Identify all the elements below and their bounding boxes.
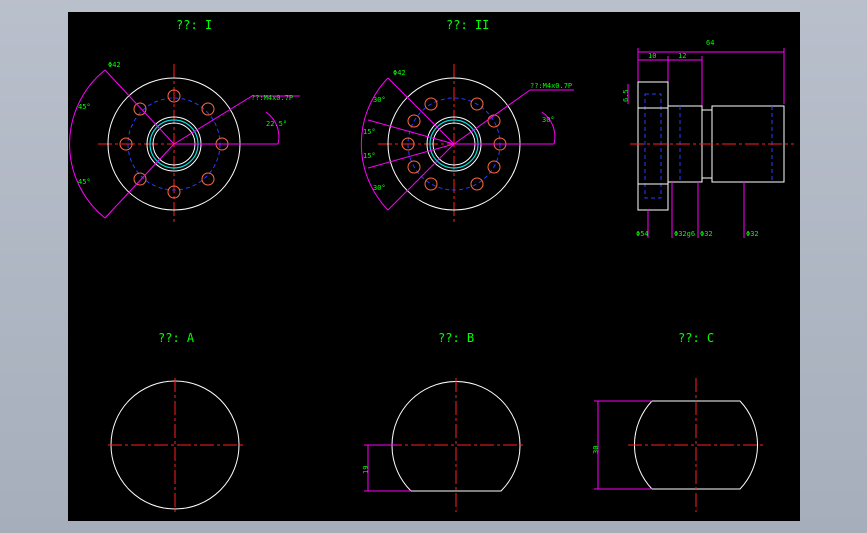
dim-flat: 19 — [362, 466, 370, 474]
dim-angle: 22.5° — [266, 120, 287, 128]
flange-hidden — [644, 93, 662, 199]
cad-drawing: ??: I Φ42 ??:M4x0.7P 45° 45° 22.5° ??: I… — [69, 18, 794, 512]
view-b-title: ??: B — [438, 331, 474, 345]
dim-angle: 30° — [373, 184, 386, 192]
dim-leader — [387, 77, 455, 145]
view-a: ??: A — [108, 331, 244, 512]
dim-diameter: Φ32g6 — [674, 230, 695, 238]
view-2-title: ??: II — [446, 18, 489, 32]
bolt-hole — [424, 177, 438, 191]
view-a-title: ??: A — [158, 331, 195, 345]
view-2: ??: II Φ42 ??:M4x0.7P 30° 15° 15° 30° 30… — [360, 18, 574, 224]
view-b: ??: B 19 — [362, 331, 526, 512]
dim-angle: 30° — [542, 116, 555, 124]
bolt-hole — [487, 114, 501, 128]
view-c: ??: C 30 — [592, 331, 764, 512]
view-1-title: ??: I — [176, 18, 212, 32]
dim-thread: ??:M4x0.7P — [251, 94, 293, 102]
dim-leader — [104, 69, 175, 145]
dim-length-flange: 10 — [648, 52, 656, 60]
dim-leader — [387, 143, 455, 211]
dim-length-neck: 12 — [678, 52, 686, 60]
view-c-title: ??: C — [678, 331, 714, 345]
dim-diameter: Φ32 — [700, 230, 713, 238]
side-view: 64 10 12 6.5 Φ54 Φ32g6 Φ32 Φ32 — [622, 39, 794, 238]
drawing-canvas: ??: I Φ42 ??:M4x0.7P 45° 45° 22.5° ??: I… — [68, 12, 800, 521]
thread-leader — [453, 89, 531, 145]
bolt-hole — [470, 177, 484, 191]
dim-thread: ??:M4x0.7P — [530, 82, 572, 90]
dim-angle: 15° — [363, 128, 376, 136]
dim-length-total: 64 — [706, 39, 714, 47]
angle-arc-right — [265, 111, 280, 145]
dim-angle: 45° — [78, 178, 91, 186]
dim-angle: 15° — [363, 152, 376, 160]
dim-leader — [104, 143, 175, 219]
dim-diameter: Φ42 — [393, 69, 406, 77]
dim-flat: 30 — [592, 446, 600, 454]
dim-angle: 30° — [373, 96, 386, 104]
bolt-hole — [201, 172, 215, 186]
dim-thickness: 6.5 — [622, 89, 630, 102]
dim-diameter: Φ54 — [636, 230, 649, 238]
dim-diameter: Φ42 — [108, 61, 121, 69]
view-1: ??: I Φ42 ??:M4x0.7P 45° 45° 22.5° — [69, 18, 300, 224]
flange-body — [637, 81, 669, 211]
dim-diameter: Φ32 — [746, 230, 759, 238]
bolt-hole — [133, 172, 147, 186]
dim-angle: 45° — [78, 103, 91, 111]
